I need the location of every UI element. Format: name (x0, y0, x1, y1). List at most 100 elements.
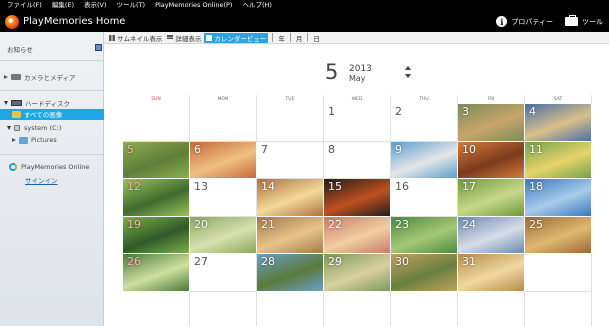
detail-view-button[interactable]: 詳細表示 (165, 33, 203, 43)
calendar-day-cell[interactable]: 15 (324, 179, 391, 217)
calendar-day-cell[interactable]: 23 (391, 216, 458, 254)
sidebar-item-label: Pictures (31, 136, 57, 144)
playmemories-logo-icon (5, 14, 19, 29)
day-number: 10 (462, 142, 476, 156)
day-number: 6 (194, 142, 201, 156)
calendar-day-cell[interactable]: 19 (123, 216, 190, 254)
day-number: 2 (395, 105, 402, 118)
day-number: 7 (261, 142, 268, 156)
day-number: 13 (194, 180, 208, 193)
sidebar-item-label: ハードディスク (25, 100, 71, 108)
calendar-day-cell[interactable]: 10 (458, 141, 525, 179)
menu-help[interactable]: ヘルプ(H) (242, 0, 271, 11)
calendar-year: 2013 (349, 64, 372, 74)
sidebar-item-pictures[interactable]: Pictures (8, 135, 57, 145)
weekday-header: SAT (525, 95, 592, 104)
calendar-month-name: May (349, 74, 366, 83)
calendar-day-cell[interactable]: 17 (458, 179, 525, 217)
sidebar-item-all-images[interactable]: すべての画像 (12, 109, 62, 119)
day-number: 25 (529, 217, 543, 231)
calendar-day-cell[interactable]: 28 (257, 254, 324, 292)
thumbnail-view-button[interactable]: サムネイル表示 (107, 33, 164, 43)
folder-icon (19, 136, 28, 144)
menu-view[interactable]: 表示(V) (84, 0, 107, 11)
collapse-arrow-icon[interactable] (4, 101, 8, 105)
day-number: 19 (127, 217, 141, 231)
calendar-day-cell[interactable]: 30 (391, 254, 458, 292)
calendar-day-cell[interactable]: 26 (123, 254, 190, 292)
sign-in-link[interactable]: サインイン (25, 175, 58, 185)
calendar-day-cell[interactable]: 12 (123, 179, 190, 217)
calendar-day-cell[interactable]: 21 (257, 216, 324, 254)
detail-list-icon (167, 34, 174, 41)
collapse-arrow-icon[interactable] (7, 126, 11, 130)
menu-tools[interactable]: ツール(T) (117, 0, 146, 11)
calendar-day-cell[interactable]: 3 (458, 104, 525, 142)
sidebar-item-playmemories-online[interactable]: PlayMemories Online (0, 162, 89, 172)
calendar-day-cell[interactable]: 20 (190, 216, 257, 254)
calendar-day-cell[interactable]: 6 (190, 141, 257, 179)
title-bar: PlayMemories Home i プロパティー ツール (0, 11, 609, 32)
menu-playmemories-online[interactable]: PlayMemories Online(P) (155, 0, 232, 11)
day-number: 14 (261, 180, 275, 193)
calendar-empty-cell (123, 291, 190, 326)
weekday-header: WED (324, 95, 391, 104)
weekday-header: FRI (458, 95, 525, 104)
calendar-day-cell[interactable]: 29 (324, 254, 391, 292)
month-number: 5 (325, 60, 339, 84)
calendar-day-cell[interactable]: 31 (458, 254, 525, 292)
app-title: PlayMemories Home (23, 16, 126, 27)
next-month-icon[interactable] (405, 74, 411, 78)
calendar-empty-cell (525, 291, 592, 326)
calendar-day-cell[interactable]: 7 (257, 141, 324, 179)
playmemories-online-icon (9, 163, 17, 171)
period-day-button[interactable]: 日 (311, 33, 322, 43)
view-button-label: 詳細表示 (175, 34, 202, 43)
toolbar-divider (272, 33, 274, 42)
calendar-day-cell[interactable]: 25 (525, 216, 592, 254)
calendar-day-cell[interactable]: 11 (525, 141, 592, 179)
calendar-day-cell[interactable]: 14 (257, 179, 324, 217)
calendar-day-cell[interactable]: 22 (324, 216, 391, 254)
calendar-day-cell[interactable]: 27 (190, 254, 257, 292)
tools-button[interactable]: ツール (565, 15, 603, 27)
calendar-day-cell[interactable]: 18 (525, 179, 592, 217)
drive-icon (14, 125, 20, 131)
expand-arrow-icon[interactable] (4, 75, 8, 79)
sidebar-item-label: system (C:) (24, 124, 62, 132)
day-number: 12 (127, 180, 141, 193)
period-year-button[interactable]: 年 (276, 33, 287, 43)
folder-icon (12, 110, 21, 118)
calendar-day-cell[interactable]: 16 (391, 179, 458, 217)
thumbnail-grid-icon (109, 34, 115, 41)
sidebar-item-notifications[interactable]: お知らせ (7, 44, 33, 54)
menu-file[interactable]: ファイル(F) (7, 0, 42, 11)
calendar-day-cell[interactable]: 4 (525, 104, 592, 142)
day-number: 18 (529, 180, 543, 193)
calendar-day-cell[interactable]: 13 (190, 179, 257, 217)
sidebar-item-system-drive[interactable]: system (C:) (7, 123, 61, 133)
properties-button[interactable]: i プロパティー (496, 16, 553, 27)
notification-badge-icon[interactable] (95, 44, 102, 51)
calendar-day-cell[interactable]: 9 (391, 141, 458, 179)
expand-arrow-icon[interactable] (12, 138, 16, 142)
calendar-view-button[interactable]: カレンダービュー (204, 32, 269, 43)
sidebar-item-hard-disk[interactable]: ハードディスク (0, 98, 70, 108)
view-button-label: サムネイル表示 (117, 34, 163, 43)
calendar-day-cell[interactable]: 5 (123, 141, 190, 179)
menu-edit[interactable]: 編集(E) (52, 0, 74, 11)
calendar-empty-cell (123, 104, 190, 142)
day-number: 15 (328, 180, 342, 193)
camera-media-icon (11, 74, 21, 80)
previous-month-icon[interactable] (405, 66, 411, 70)
day-number: 5 (127, 142, 134, 156)
calendar-day-cell[interactable]: 2 (391, 104, 458, 142)
day-number: 26 (127, 255, 141, 268)
calendar-day-cell[interactable]: 24 (458, 216, 525, 254)
day-number: 17 (462, 180, 476, 193)
sidebar-item-camera-media[interactable]: カメラとメディア (0, 72, 76, 82)
period-month-button[interactable]: 月 (294, 33, 305, 43)
calendar-day-cell[interactable]: 8 (324, 141, 391, 179)
calendar-day-cell[interactable]: 1 (324, 104, 391, 142)
day-number: 24 (462, 217, 476, 231)
